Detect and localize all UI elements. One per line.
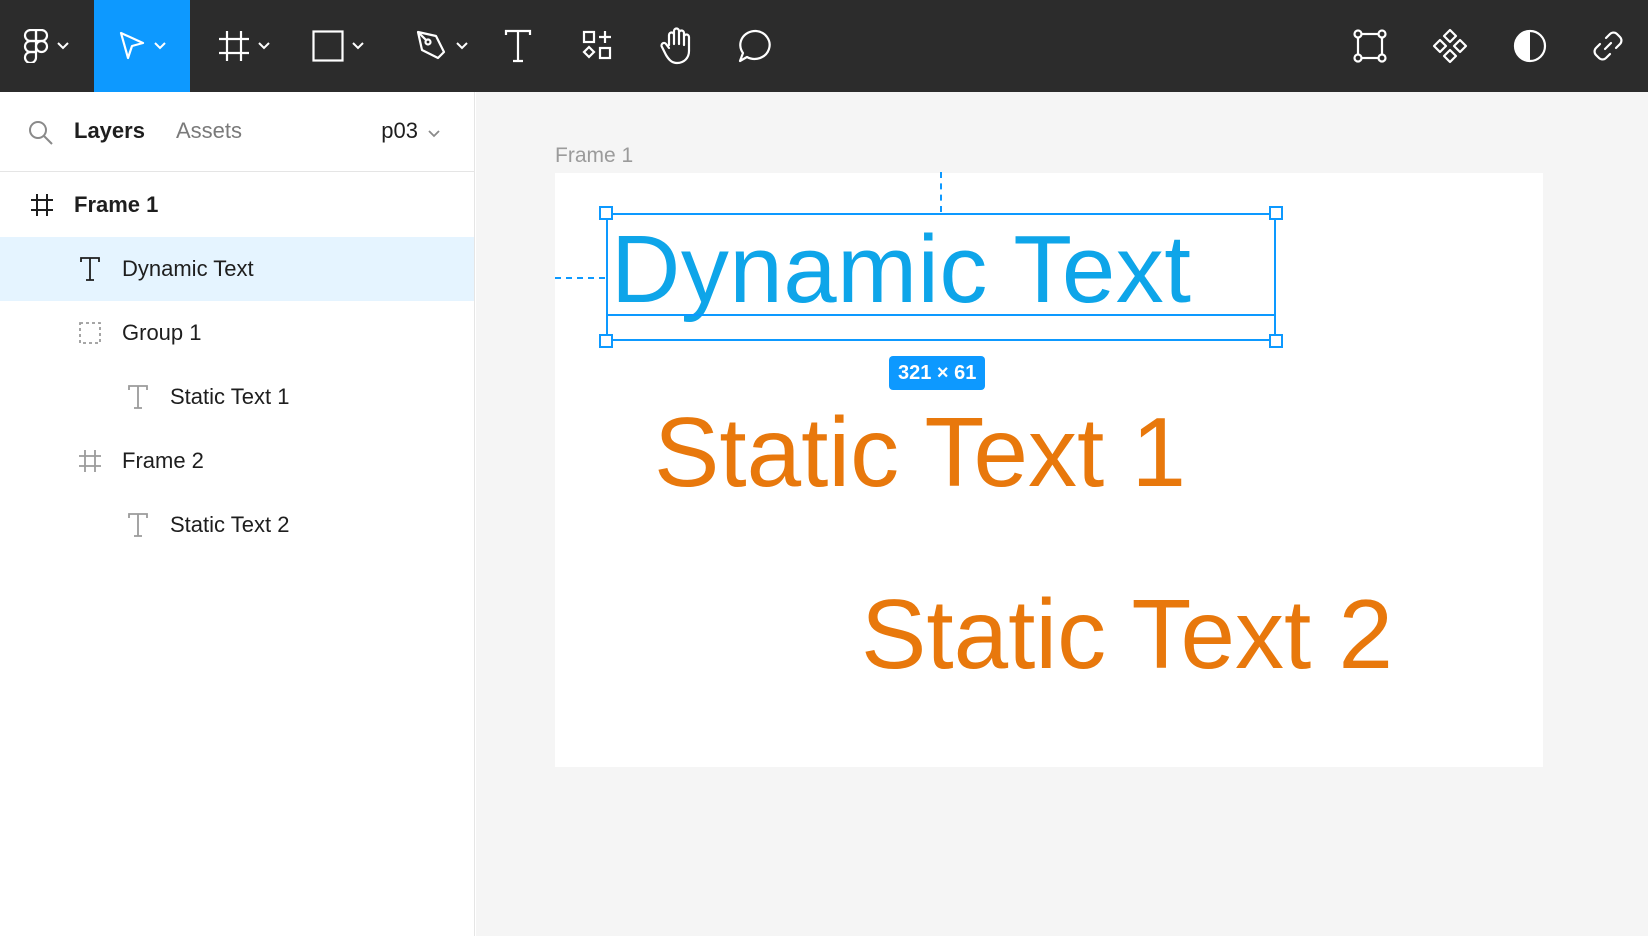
page-selector[interactable]: p03 [381, 118, 440, 144]
layer-row-frame-1[interactable]: Frame 1 [0, 173, 474, 237]
layer-row-dynamic-text[interactable]: Dynamic Text [0, 237, 474, 301]
chevron-down-icon [352, 42, 364, 50]
page-name: p03 [381, 118, 418, 143]
layer-row-static-text-1[interactable]: Static Text 1 [0, 365, 474, 429]
distance-guide-vertical [940, 172, 942, 212]
chevron-down-icon [428, 118, 440, 144]
chevron-down-icon [154, 42, 166, 50]
static-text-2-layer[interactable]: Static Text 2 [861, 585, 1393, 683]
tab-assets[interactable]: Assets [176, 118, 242, 144]
pen-nib-icon [416, 30, 448, 62]
pen-tool-button[interactable] [404, 0, 480, 92]
hand-icon [658, 27, 694, 65]
frame-hash-icon [28, 191, 56, 219]
text-baseline [608, 314, 1274, 316]
group-dashed-icon [76, 319, 104, 347]
resize-handle-top-left[interactable] [599, 206, 613, 220]
edit-object-button[interactable] [1348, 0, 1392, 92]
toolbar [0, 0, 1648, 92]
selection-size-badge: 321 × 61 [889, 356, 986, 390]
contrast-button[interactable] [1508, 0, 1552, 92]
tab-layers[interactable]: Layers [74, 118, 145, 144]
shape-tool-button[interactable] [300, 0, 376, 92]
panel-header: Layers Assets p03 [0, 92, 474, 172]
comment-tool-button[interactable] [734, 0, 778, 92]
text-t-icon [124, 383, 152, 411]
chevron-down-icon [258, 42, 270, 50]
resize-handle-bottom-right[interactable] [1269, 334, 1283, 348]
link-button[interactable] [1586, 0, 1630, 92]
chevron-down-icon [456, 42, 468, 50]
distance-guide-horizontal [555, 277, 605, 279]
text-t-icon [504, 29, 532, 63]
chevron-down-icon [57, 42, 69, 50]
layer-row-static-text-2[interactable]: Static Text 2 [0, 493, 474, 557]
hand-tool-button[interactable] [654, 0, 698, 92]
frame-hash-icon [76, 447, 104, 475]
static-text-1-layer[interactable]: Static Text 1 [654, 403, 1186, 501]
speech-bubble-icon [738, 29, 774, 63]
link-chain-icon [1592, 30, 1624, 62]
half-circle-contrast-icon [1513, 29, 1547, 63]
layer-name: Frame 2 [122, 448, 204, 473]
selection-box [606, 213, 1276, 341]
text-t-icon [124, 511, 152, 539]
cursor-arrow-icon [118, 31, 146, 61]
layer-name: Frame 1 [74, 192, 159, 217]
components-button[interactable] [1428, 0, 1472, 92]
layer-row-frame-2[interactable]: Frame 2 [0, 429, 474, 493]
main-menu-button[interactable] [0, 0, 92, 92]
frame-tool-button[interactable] [206, 0, 282, 92]
layer-name: Static Text 2 [170, 512, 290, 537]
text-t-icon [76, 255, 104, 283]
resources-shapes-icon [582, 30, 614, 62]
component-diamond-icon [1432, 28, 1468, 64]
layer-row-group-1[interactable]: Group 1 [0, 301, 474, 365]
rectangle-icon [312, 30, 344, 62]
figma-logo-icon [23, 29, 49, 63]
resize-handle-bottom-left[interactable] [599, 334, 613, 348]
move-tool-button[interactable] [94, 0, 190, 92]
layer-name: Static Text 1 [170, 384, 290, 409]
layers-panel: Layers Assets p03 Frame 1 Dynamic Text G… [0, 92, 475, 936]
frame-hash-icon [218, 30, 250, 62]
layer-name: Dynamic Text [122, 256, 254, 281]
text-tool-button[interactable] [496, 0, 540, 92]
layer-name: Group 1 [122, 320, 202, 345]
resources-tool-button[interactable] [576, 0, 620, 92]
search-icon[interactable] [28, 120, 54, 151]
frame-label[interactable]: Frame 1 [555, 144, 633, 168]
resize-handle-top-right[interactable] [1269, 206, 1283, 220]
vector-edit-icon [1352, 28, 1388, 64]
